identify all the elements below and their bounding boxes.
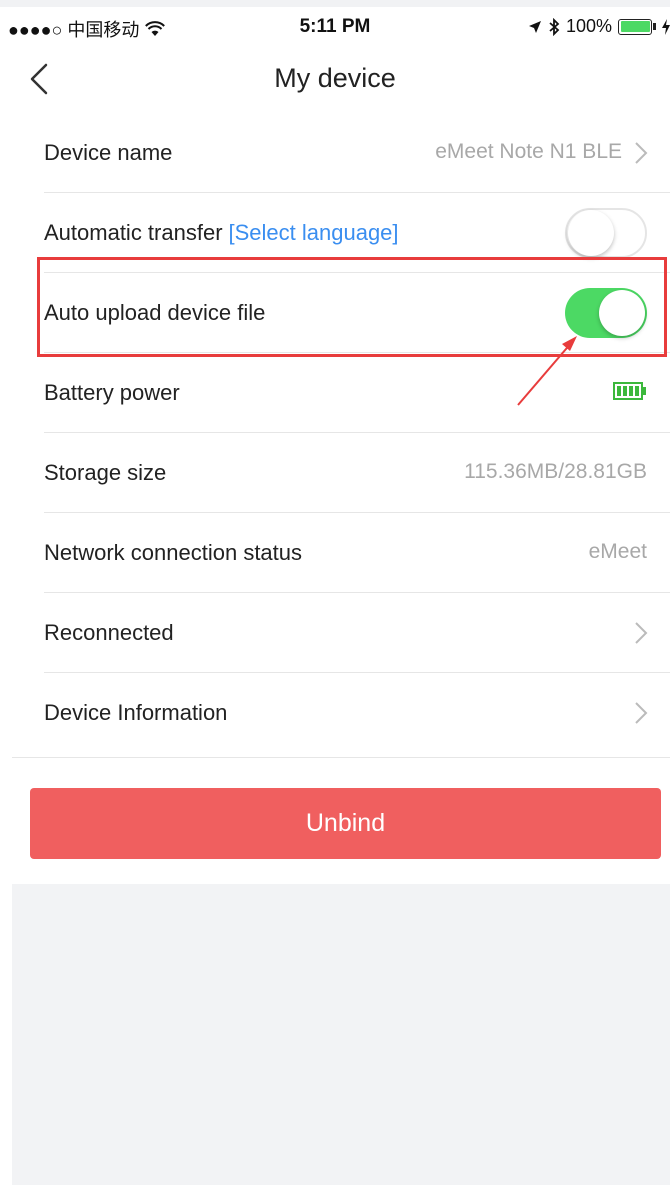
select-language-link[interactable]: [Select language] (229, 220, 399, 245)
device-name-value: eMeet Note N1 BLE (435, 140, 622, 163)
battery-full-icon (613, 382, 646, 400)
top-strip (0, 0, 670, 7)
status-right: 100% (528, 16, 670, 37)
reconnected-row[interactable]: Reconnected (44, 593, 670, 673)
bluetooth-icon (549, 17, 560, 36)
network-status-row: Network connection status eMeet (44, 513, 670, 593)
status-battery-icon (618, 18, 652, 35)
reconnected-label: Reconnected (44, 620, 174, 645)
settings-list: Device name eMeet Note N1 BLE Automatic … (0, 113, 670, 753)
chevron-right-icon (635, 142, 648, 164)
device-information-label: Device Information (44, 700, 228, 725)
automatic-transfer-toggle[interactable] (565, 208, 647, 258)
storage-size-label: Storage size (44, 460, 167, 485)
navigation-bar: My device (0, 47, 670, 112)
charging-bolt-icon (662, 18, 670, 35)
list-divider (12, 757, 670, 758)
chevron-right-icon (635, 702, 648, 724)
unbind-button[interactable]: Unbind (30, 788, 661, 859)
automatic-transfer-text: Automatic transfer (44, 220, 223, 245)
automatic-transfer-label: Automatic transfer [Select language] (44, 220, 399, 246)
page-title: My device (274, 63, 396, 93)
status-bar: ●●●●○ 中国移动 5:11 PM 100% (0, 7, 670, 47)
network-status-label: Network connection status (44, 540, 303, 565)
battery-power-label: Battery power (44, 380, 180, 405)
network-status-value: eMeet (588, 540, 647, 563)
storage-size-value: 115.36MB/28.81GB (464, 460, 647, 483)
device-name-row[interactable]: Device name eMeet Note N1 BLE (44, 113, 670, 193)
status-battery-tip (653, 23, 656, 30)
battery-percentage: 100% (565, 16, 612, 36)
annotation-arrow-icon (517, 336, 577, 406)
location-arrow-icon (528, 20, 541, 33)
chevron-right-icon (635, 622, 648, 644)
storage-size-row: Storage size 115.36MB/28.81GB (44, 433, 670, 513)
toggle-knob (568, 210, 614, 256)
bottom-background (12, 884, 670, 1185)
device-information-row[interactable]: Device Information (44, 673, 670, 753)
device-name-label: Device name (44, 140, 173, 165)
